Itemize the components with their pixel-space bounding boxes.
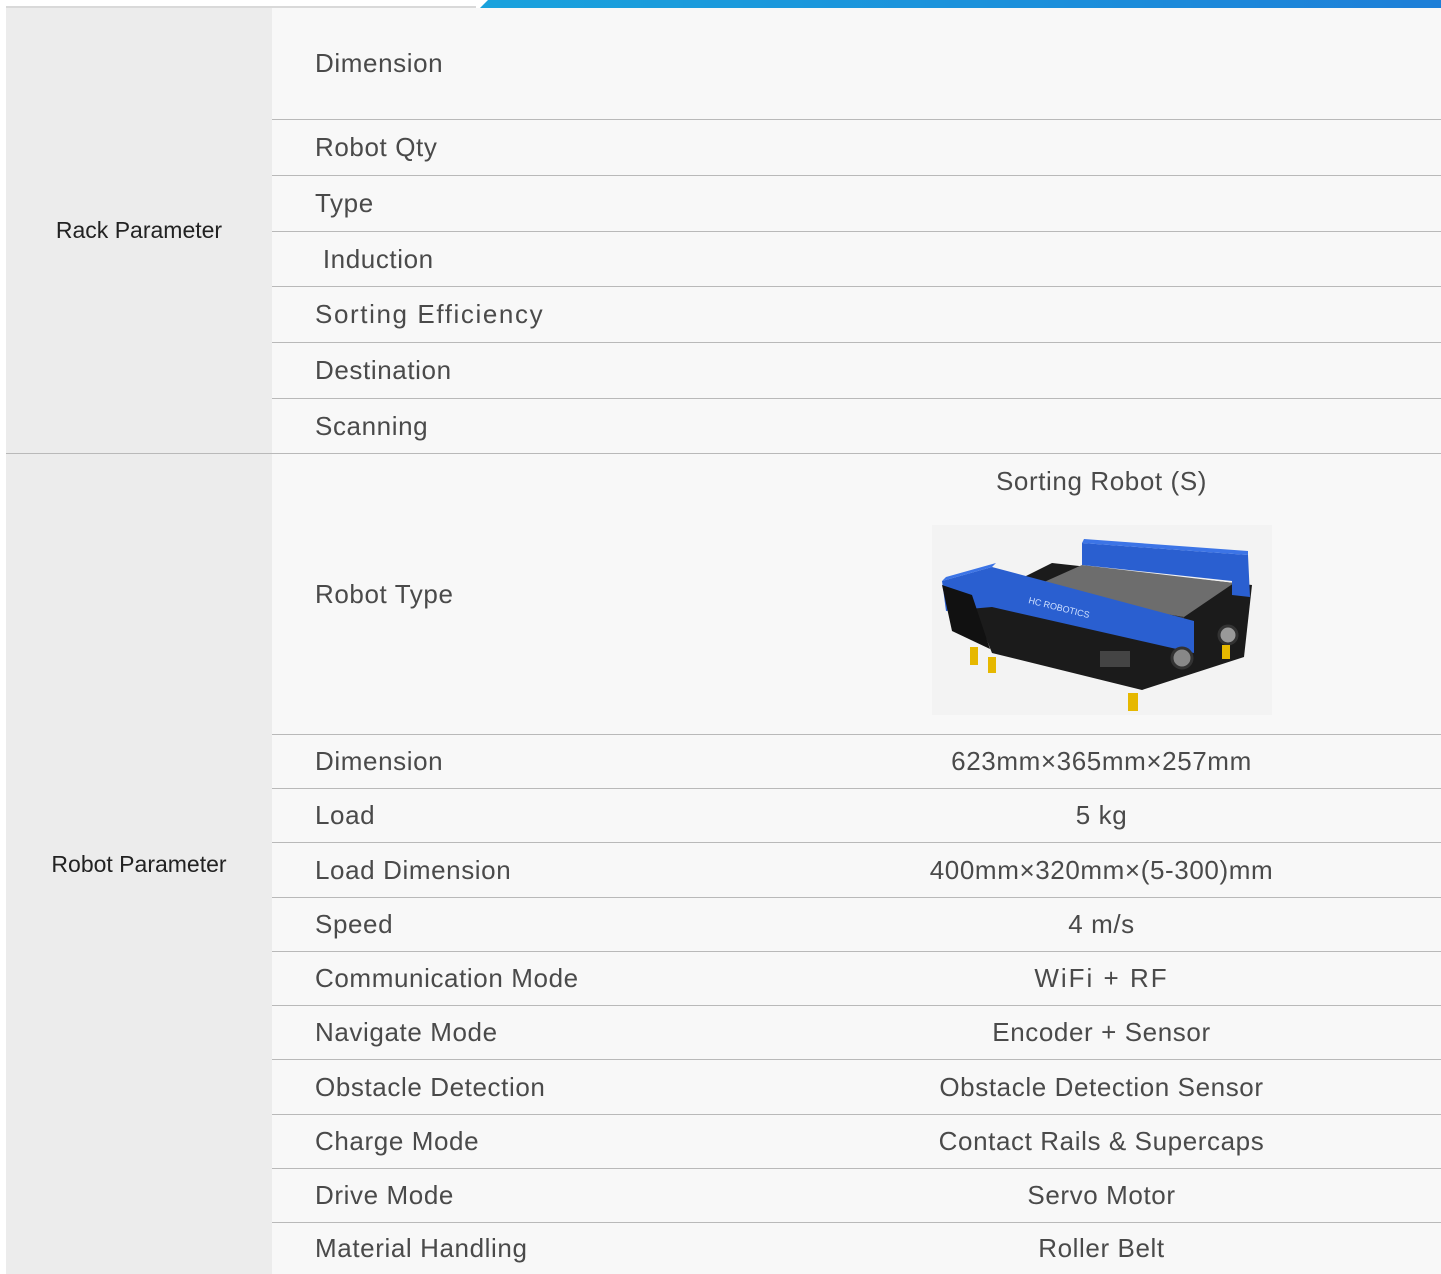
table-row: Sorting Efficiency	[272, 286, 1441, 342]
spec-table: Rack Parameter Dimension Robot Qty Type …	[6, 8, 1441, 1274]
row-value: 623mm×365mm×257mm	[951, 746, 1252, 776]
row-name: Obstacle Detection	[315, 1071, 546, 1102]
rack-parameter-group: Rack Parameter Dimension Robot Qty Type …	[6, 8, 1441, 453]
row-name: Scanning	[315, 410, 429, 441]
row-name: Sorting Efficiency	[315, 299, 545, 329]
table-row: Navigate Mode Encoder + Sensor	[272, 1005, 1441, 1059]
row-name: Material Handling	[315, 1233, 528, 1263]
table-row: Dimension 623mm×365mm×257mm	[272, 734, 1441, 788]
row-name: Dimension	[315, 48, 444, 78]
row-name: Speed	[315, 909, 394, 939]
row-name: Load	[315, 800, 376, 830]
table-row: Induction	[272, 231, 1441, 286]
row-value: Roller Belt	[1038, 1233, 1165, 1263]
row-name: Navigate Mode	[315, 1017, 498, 1047]
robot-type-title: Sorting Robot (S)	[995, 466, 1208, 496]
top-accent-bar	[0, 0, 1441, 8]
row-name: Robot Type	[315, 579, 454, 609]
rack-parameter-label: Rack Parameter	[6, 8, 272, 453]
row-value: Servo Motor	[1027, 1180, 1176, 1210]
row-value: Obstacle Detection Sensor	[939, 1071, 1264, 1102]
table-row: Scanning	[272, 398, 1441, 453]
table-row: Load 5 kg	[272, 788, 1441, 842]
robot-parameter-group: Robot Parameter Robot Type Sorting Robot…	[6, 453, 1441, 1274]
row-value: 4 m/s	[1068, 909, 1135, 939]
table-row: Material Handling Roller Belt	[272, 1222, 1441, 1274]
blue-accent-stripe	[480, 0, 1441, 8]
row-name: Communication Mode	[315, 963, 579, 993]
sorting-robot-image: HC ROBOTICS	[931, 525, 1272, 715]
row-name: Load Dimension	[315, 854, 512, 885]
row-name: Induction	[315, 243, 434, 274]
row-name: Drive Mode	[315, 1180, 454, 1210]
row-value: Contact Rails & Supercaps	[938, 1126, 1265, 1156]
robot-type-cell: Sorting Robot (S) HC ROBOTICS	[822, 454, 1441, 715]
row-name: Charge Mode	[315, 1126, 480, 1156]
table-row: Charge Mode Contact Rails & Supercaps	[272, 1114, 1441, 1168]
table-row: Drive Mode Servo Motor	[272, 1168, 1441, 1222]
table-row: Load Dimension 400mm×320mm×(5-300)mm	[272, 842, 1441, 897]
table-row: Speed 4 m/s	[272, 897, 1441, 951]
row-value: 5 kg	[1075, 800, 1128, 830]
row-name: Dimension	[315, 746, 444, 776]
table-row: Dimension	[272, 8, 1441, 119]
row-name: Type	[315, 188, 374, 218]
row-name: Robot Qty	[315, 132, 438, 162]
table-row: Robot Qty	[272, 119, 1441, 175]
table-row: Type	[272, 175, 1441, 231]
table-row: Communication Mode WiFi + RF	[272, 951, 1441, 1005]
table-row: Obstacle Detection Obstacle Detection Se…	[272, 1059, 1441, 1114]
robot-parameter-rows: Robot Type Sorting Robot (S) HC ROBOTICS…	[272, 454, 1441, 1274]
row-name: Destination	[315, 355, 452, 385]
row-value: 400mm×320mm×(5-300)mm	[929, 854, 1274, 885]
row-value: Encoder + Sensor	[992, 1017, 1211, 1047]
rack-parameter-rows: Dimension Robot Qty Type Induction Sorti…	[272, 8, 1441, 453]
table-row-robot-type: Robot Type Sorting Robot (S) HC ROBOTICS	[272, 454, 1441, 734]
robot-parameter-label: Robot Parameter	[6, 454, 272, 1274]
row-value: WiFi + RF	[1034, 963, 1169, 993]
table-row: Destination	[272, 342, 1441, 398]
